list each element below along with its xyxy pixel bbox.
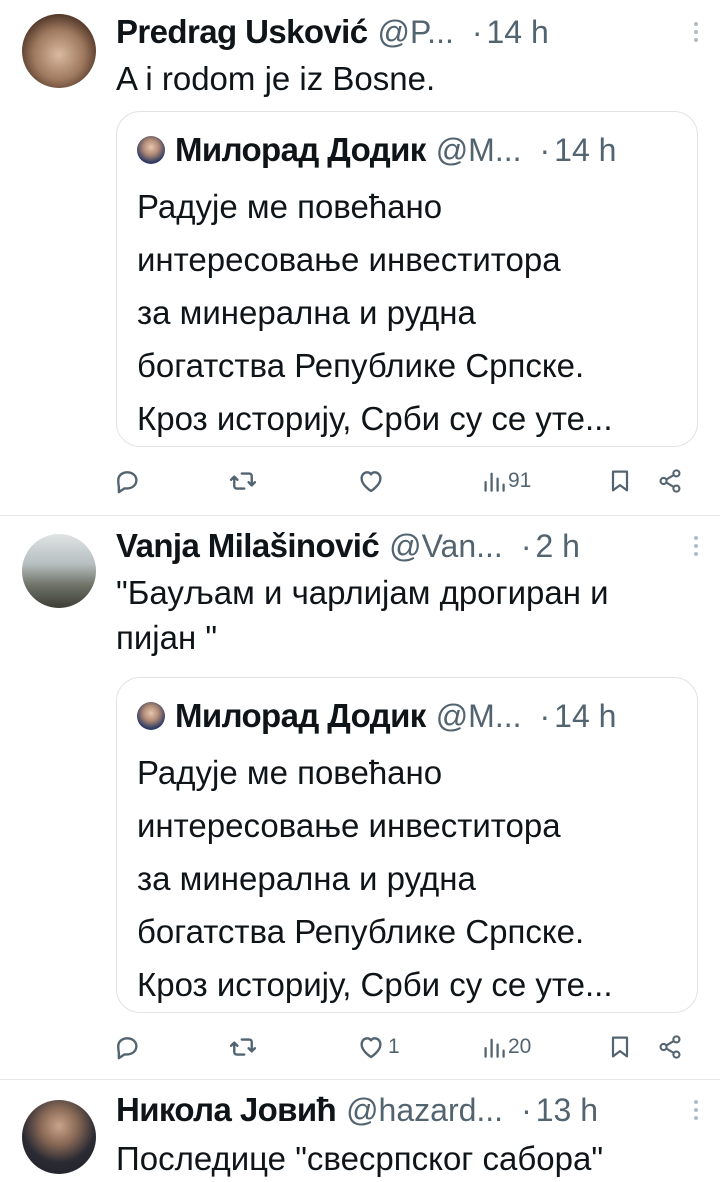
tweet-header: Vanja Milašinović @Van... · 2 h — [116, 524, 700, 568]
quote-text: Радује ме повећано интересовање инвестит… — [137, 180, 681, 445]
like-icon — [360, 471, 382, 493]
share-icon — [659, 469, 681, 493]
bookmark-button[interactable] — [606, 461, 634, 501]
more-icon[interactable] — [678, 22, 700, 42]
tweet[interactable]: Predrag Usković @P... · 14 h A i rodom j… — [0, 0, 720, 515]
quote-text-line: Кроз историју, Срби су се уте... — [137, 400, 613, 437]
avatar[interactable] — [22, 534, 96, 608]
tweet-text: Последице "свесрпског сабора" — [116, 1140, 604, 1177]
bookmark-button[interactable] — [606, 1027, 634, 1067]
repost-button[interactable] — [228, 1027, 260, 1067]
tweet-text: A i rodom je iz Bosne. — [116, 60, 436, 97]
repost-button[interactable] — [228, 461, 260, 501]
share-button[interactable] — [656, 1027, 684, 1067]
quote-text-line: за минерална и рудна — [137, 294, 476, 331]
separator-dot: · — [520, 527, 532, 564]
author-handle[interactable]: @Van... — [389, 528, 503, 565]
timestamp[interactable]: 13 h — [536, 1092, 598, 1129]
quote-text-line: богатства Републике Српске. — [137, 913, 585, 950]
quoted-tweet[interactable]: Милорад Додик @M... · 14 h Радује ме пов… — [116, 677, 698, 1013]
views-button[interactable]: 20 — [482, 1027, 531, 1067]
share-icon — [659, 1035, 681, 1059]
timestamp[interactable]: 14 h — [487, 14, 549, 51]
views-icon — [484, 472, 505, 492]
tweet-text-line: "Бауљам и чарлијам дрогиран и — [116, 574, 609, 611]
timestamp[interactable]: 2 h — [535, 528, 579, 565]
reply-button[interactable] — [112, 1027, 144, 1067]
tweet-header: Никола Јовић @hazard... · 13 h — [116, 1088, 700, 1132]
quote-text-line: Радује ме повећано — [137, 754, 443, 791]
author-name[interactable]: Predrag Usković — [116, 13, 368, 51]
views-button[interactable]: 91 — [482, 461, 531, 501]
quote-timestamp: 14 h — [554, 697, 617, 734]
views-icon — [484, 1038, 505, 1058]
quote-text-line: интересовање инвеститора — [137, 241, 561, 278]
bookmark-icon — [611, 470, 629, 492]
quote-text-line: богатства Републике Српске. — [137, 347, 585, 384]
bookmark-icon — [611, 1036, 629, 1058]
action-bar: 1 20 — [112, 1027, 692, 1067]
quote-author-name: Милорад Додик — [175, 131, 426, 168]
quote-author-handle: @M... — [435, 697, 522, 734]
view-count: 91 — [508, 469, 532, 492]
reply-icon — [117, 471, 138, 494]
reply-button[interactable] — [112, 461, 144, 501]
separator-dot: · — [539, 131, 551, 168]
like-button[interactable]: 1 — [356, 1027, 400, 1067]
quote-text-line: за минерална и рудна — [137, 860, 476, 897]
tweet[interactable]: Vanja Milašinović @Van... · 2 h "Бауљам … — [0, 516, 720, 1078]
more-icon[interactable] — [678, 536, 700, 556]
quote-timestamp: 14 h — [554, 131, 617, 168]
quote-text-line: интересовање инвеститора — [137, 807, 561, 844]
tweet[interactable]: Никола Јовић @hazard... · 13 h Последице… — [0, 1080, 720, 1182]
view-count: 20 — [508, 1035, 532, 1058]
reply-icon — [117, 1037, 138, 1060]
author-handle[interactable]: @hazard... — [346, 1092, 503, 1129]
like-icon — [360, 1037, 382, 1059]
quote-text-line: Радује ме повећано — [137, 188, 443, 225]
avatar[interactable] — [137, 702, 165, 730]
more-icon[interactable] — [678, 1100, 700, 1120]
author-handle[interactable]: @P... — [377, 14, 453, 51]
separator-dot: · — [471, 13, 483, 50]
quoted-tweet[interactable]: Милорад Додик @M... · 14 h Радује ме пов… — [116, 111, 698, 447]
like-button[interactable] — [356, 461, 388, 501]
author-name[interactable]: Никола Јовић — [116, 1091, 337, 1129]
repost-icon — [229, 472, 257, 490]
repost-icon — [229, 1038, 257, 1056]
quote-text-line: Кроз историју, Срби су се уте... — [137, 966, 613, 1003]
tweet-text: "Бауљам и чарлијам дрогиран и пијан " — [116, 570, 700, 660]
avatar[interactable] — [137, 136, 165, 164]
quote-author-name: Милорад Додик — [175, 697, 426, 734]
tweet-header: Predrag Usković @P... · 14 h — [116, 10, 700, 54]
quote-text: Радује ме повећано интересовање инвестит… — [137, 746, 681, 1011]
share-button[interactable] — [656, 461, 684, 501]
quote-header: Милорад Додик @M... · 14 h — [137, 694, 677, 738]
avatar[interactable] — [22, 14, 96, 88]
like-count: 1 — [388, 1035, 400, 1058]
quote-header: Милорад Додик @M... · 14 h — [137, 128, 677, 172]
tweet-text-line: пијан " — [116, 619, 218, 656]
quote-author-handle: @M... — [435, 131, 522, 168]
separator-dot: · — [521, 1091, 532, 1128]
action-bar: 91 — [112, 461, 692, 501]
separator-dot: · — [539, 697, 551, 734]
author-name[interactable]: Vanja Milašinović — [116, 527, 380, 565]
avatar[interactable] — [22, 1100, 96, 1174]
